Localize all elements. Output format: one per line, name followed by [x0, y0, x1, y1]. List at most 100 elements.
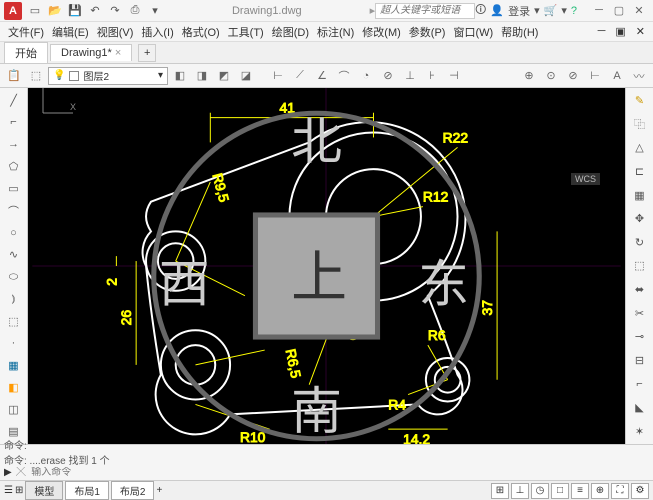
chevron-down-icon[interactable]: ▾ — [561, 4, 567, 17]
menu-edit[interactable]: 编辑(E) — [48, 24, 93, 40]
extend-icon[interactable]: ⊸ — [629, 326, 651, 348]
dim-linear-icon[interactable]: ⊢ — [268, 66, 288, 86]
new-icon[interactable]: ▭ — [26, 2, 44, 20]
stretch-icon[interactable]: ⬌ — [629, 279, 651, 301]
move-icon[interactable]: ✥ — [629, 208, 651, 230]
layer-selector[interactable]: 💡 图层2 ▾ — [48, 67, 168, 85]
close-icon[interactable]: ✕ — [629, 4, 649, 17]
inspect-icon[interactable]: ⊘ — [563, 66, 583, 86]
dim-arc-icon[interactable]: ⌒ — [334, 66, 354, 86]
settings-icon[interactable]: ⚙ — [631, 483, 649, 499]
snap-icon[interactable]: ⊞ — [491, 483, 509, 499]
cart-icon[interactable]: 🛒 — [544, 4, 558, 17]
wave-icon[interactable]: 〰 — [629, 66, 649, 86]
rotate-icon[interactable]: ↻ — [629, 232, 651, 254]
help-icon[interactable]: 🛈 — [475, 1, 486, 20]
ellipse-icon[interactable]: ⬭ — [3, 267, 25, 287]
layer-lock-icon[interactable]: ◪ — [236, 66, 256, 86]
trim-icon[interactable]: ✂ — [629, 302, 651, 324]
grid-icon[interactable]: ⊞ — [15, 485, 23, 496]
elliparc-icon[interactable]: ⦆ — [3, 289, 25, 309]
point-icon[interactable]: · — [3, 333, 25, 353]
dim-ordinate-icon[interactable]: ⊥ — [400, 66, 420, 86]
view-cube[interactable]: 上 北 南 东 西 — [28, 98, 615, 444]
menu-window[interactable]: 窗口(W) — [449, 24, 497, 40]
mirror-icon[interactable]: △ — [629, 137, 651, 159]
drawing-canvas[interactable]: 41 R22 R12 R9,5 R5,5 R80 26 R6,5 R10 R4 … — [28, 88, 625, 444]
login-label[interactable]: 登录 — [508, 3, 530, 19]
rectangle-icon[interactable]: ▭ — [3, 179, 25, 199]
chevron-down-icon[interactable]: ▾ — [146, 2, 164, 20]
gradient-icon[interactable]: ◧ — [3, 378, 25, 398]
add-tab-button[interactable]: + — [138, 44, 156, 62]
pencil-icon[interactable]: ✎ — [629, 90, 651, 112]
menu-format[interactable]: 格式(O) — [178, 24, 224, 40]
redo-icon[interactable]: ↷ — [106, 2, 124, 20]
tab-layout1[interactable]: 布局1 — [65, 481, 109, 500]
minimize-icon[interactable]: ─ — [589, 4, 609, 17]
tab-layout2[interactable]: 布局2 — [111, 481, 155, 500]
menu-help[interactable]: 帮助(H) — [497, 24, 542, 40]
save-icon[interactable]: 💾 — [66, 2, 84, 20]
search-input[interactable] — [375, 3, 475, 19]
chamfer-icon[interactable]: ◣ — [629, 397, 651, 419]
lineweight-icon[interactable]: ≡ — [571, 483, 589, 499]
dim-radius-icon[interactable]: ◔ — [356, 66, 376, 86]
layer-manager-icon[interactable]: 📋 — [4, 66, 24, 86]
dim-baseline-icon[interactable]: ⊦ — [422, 66, 442, 86]
chevron-down-icon[interactable]: ▾ — [534, 4, 540, 17]
hatch-icon[interactable]: ▦ — [3, 356, 25, 376]
menu-params[interactable]: 参数(P) — [405, 24, 450, 40]
menu-dimension[interactable]: 标注(N) — [313, 24, 358, 40]
close-tab-icon[interactable]: × — [115, 47, 121, 59]
tolerance-icon[interactable]: ⊕ — [519, 66, 539, 86]
osnap-icon[interactable]: □ — [551, 483, 569, 499]
undo-icon[interactable]: ↶ — [86, 2, 104, 20]
polyline-icon[interactable]: ⌐ — [3, 112, 25, 132]
dyn-icon[interactable]: ⊕ — [591, 483, 609, 499]
scale-icon[interactable]: ⬚ — [629, 255, 651, 277]
minimize-doc-icon[interactable]: ─ — [594, 25, 610, 38]
help-icon[interactable]: ? — [571, 5, 577, 17]
menu-tools[interactable]: 工具(T) — [224, 24, 268, 40]
ray-icon[interactable]: → — [3, 134, 25, 154]
layer-iso-icon[interactable]: ◨ — [192, 66, 212, 86]
print-icon[interactable]: ⎙ — [126, 2, 144, 20]
break-icon[interactable]: ⊟ — [629, 350, 651, 372]
layer-freeze-icon[interactable]: ◩ — [214, 66, 234, 86]
fillet-icon[interactable]: ⌐ — [629, 373, 651, 395]
dim-angular-icon[interactable]: ∠ — [312, 66, 332, 86]
command-input[interactable] — [16, 467, 649, 478]
menu-view[interactable]: 视图(V) — [93, 24, 138, 40]
polygon-icon[interactable]: ⬠ — [3, 156, 25, 176]
user-icon[interactable]: 👤 — [490, 4, 504, 17]
copy-icon[interactable]: ⿻ — [629, 114, 651, 136]
block-icon[interactable]: ⬚ — [3, 311, 25, 331]
layer-state-icon[interactable]: ◧ — [170, 66, 190, 86]
close-doc-icon[interactable]: ✕ — [632, 25, 649, 38]
ortho-icon[interactable]: ⊥ — [511, 483, 529, 499]
dim-continue-icon[interactable]: ⊣ — [444, 66, 464, 86]
maximize-icon[interactable]: ⛶ — [611, 483, 629, 499]
add-layout-icon[interactable]: + — [156, 485, 162, 496]
center-mark-icon[interactable]: ⊙ — [541, 66, 561, 86]
region-icon[interactable]: ◫ — [3, 400, 25, 420]
restore-doc-icon[interactable]: ▣ — [611, 25, 629, 38]
array-icon[interactable]: ▦ — [629, 184, 651, 206]
open-icon[interactable]: 📂 — [46, 2, 64, 20]
tab-drawing1[interactable]: Drawing1* × — [50, 44, 132, 61]
arc-icon[interactable]: ⌒ — [3, 201, 25, 221]
menu-file[interactable]: 文件(F) — [4, 24, 48, 40]
layer-props-icon[interactable]: ⬚ — [26, 66, 46, 86]
dim-diameter-icon[interactable]: ⊘ — [378, 66, 398, 86]
menu-insert[interactable]: 插入(I) — [137, 24, 177, 40]
menu-draw[interactable]: 绘图(D) — [268, 24, 313, 40]
polar-icon[interactable]: ◷ — [531, 483, 549, 499]
spline-icon[interactable]: ∿ — [3, 245, 25, 265]
offset-icon[interactable]: ⊏ — [629, 161, 651, 183]
dim-aligned-icon[interactable]: ⟋ — [290, 66, 310, 86]
circle-icon[interactable]: ○ — [3, 223, 25, 243]
maximize-icon[interactable]: ▢ — [609, 4, 629, 17]
list-icon[interactable]: ☰ — [4, 485, 13, 496]
tab-start[interactable]: 开始 — [4, 42, 48, 63]
